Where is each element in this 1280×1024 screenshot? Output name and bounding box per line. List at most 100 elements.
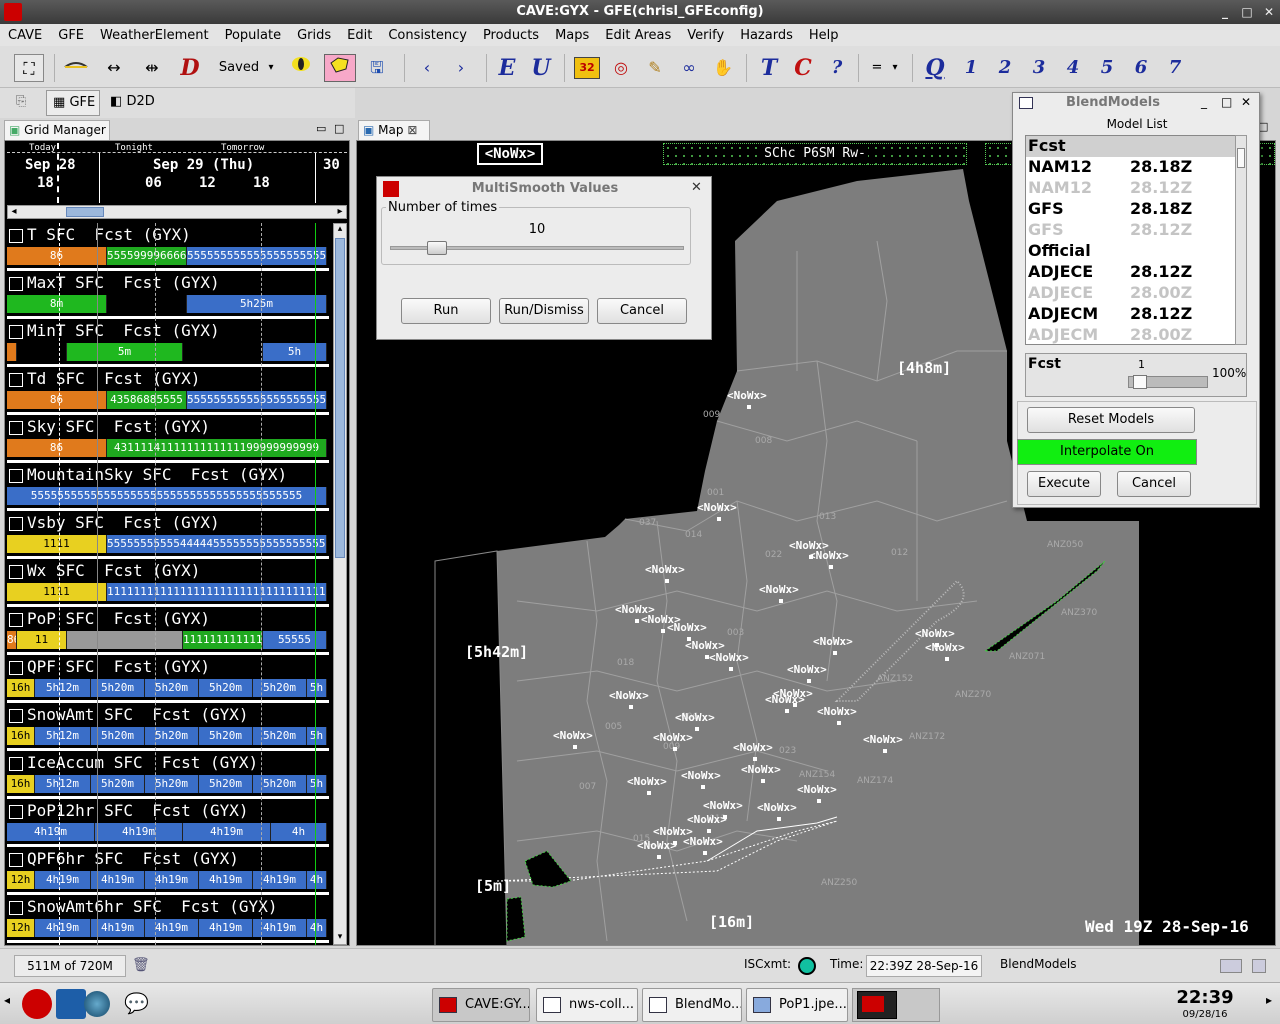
cancel-button[interactable]: Cancel [1117,471,1191,497]
grid-block[interactable]: 55555555555555555555555 [187,391,327,409]
grid-block[interactable]: 5h20m [199,775,253,793]
grid-row[interactable]: MountainSky SFC Fcst (GYX) 55555555555555… [7,463,329,511]
grid-timebar[interactable]: 1111 55555555555444445555555555555555555 [7,535,327,553]
maximize-view-icon[interactable]: □ [334,122,344,135]
grid-timebar[interactable]: 86 4311114111111111111199999999999 [7,439,327,457]
model-list-item[interactable]: ADJECE 28.00Z [1026,283,1246,304]
menu-populate[interactable]: Populate [217,28,290,43]
view-toggle-icon[interactable] [1220,959,1242,973]
calendar-32-icon[interactable]: 32 [574,54,600,82]
grid-block[interactable]: 5555555555555555555555555555555555555555… [7,487,327,505]
minimize-view-icon[interactable]: ▭ [316,122,326,135]
menu-hazards[interactable]: Hazards [732,28,801,43]
workspace-switcher[interactable] [852,988,940,1022]
model-list-item[interactable]: Fcst [1026,136,1246,157]
grid-timebar[interactable]: 16h 5h12m 5h20m 5h20m 5h20m 5h20m 5h [7,727,327,745]
grid-block[interactable]: 12h [7,871,35,889]
grid-block[interactable]: 5m [67,343,183,361]
sample-point-icon[interactable] [288,54,314,82]
model-list-item[interactable]: ADJECM 28.12Z [1026,304,1246,325]
hand-icon[interactable]: ✋ [710,54,736,82]
grid-timebar[interactable]: 16h 5h12m 5h20m 5h20m 5h20m 5h20m 5h [7,775,327,793]
minimize-icon[interactable]: _ [1201,95,1207,109]
grid-row[interactable]: QPF6hr SFC Fcst (GYX) 12h 4h19m 4h19m 4h19m 4… [7,847,329,895]
grid-row[interactable]: MaxT SFC Fcst (GYX) 8m 5h25m [7,271,329,319]
minimize-icon[interactable]: _ [1214,0,1236,24]
close-tab-icon[interactable]: ⊠ [407,123,417,137]
grid-visibility-checkbox[interactable] [9,372,23,387]
grid-block[interactable]: 11 [17,631,67,649]
menu-products[interactable]: Products [475,28,547,43]
grid-row[interactable]: SnowAmt SFC Fcst (GYX) 16h 5h12m 5h20m 5h20m… [7,703,329,751]
grid-row[interactable]: Td SFC Fcst (GYX) 86 43586885555 5555555555… [7,367,329,415]
grid-timebar[interactable]: 16h 5h12m 5h20m 5h20m 5h20m 5h20m 5h [7,679,327,697]
d2d-perspective-button[interactable]: ◧ D2D [106,90,160,116]
grid-block[interactable]: 4h19m [7,823,95,841]
help-question-button[interactable]: ? [824,54,850,82]
chevron-down-icon[interactable]: ▾ [264,54,278,82]
grid-block[interactable]: 5h20m [91,679,145,697]
grid-timebar[interactable]: 86 43586885555 55555555555555555555555 [7,391,327,409]
grid-block[interactable]: 5h20m [91,727,145,745]
grid-block[interactable]: 5h20m [199,679,253,697]
procedure-4-button[interactable]: 4 [1060,54,1086,82]
grid-block[interactable]: 11111111111111111111111111111111111 [107,583,327,601]
run-dismiss-button[interactable]: Run/Dismiss [499,298,589,324]
grid-block[interactable]: 4h19m [199,871,253,889]
procedure-7-button[interactable]: 7 [1162,54,1188,82]
grid-block[interactable]: 5h25m [187,295,327,313]
previous-icon[interactable]: ‹ [414,54,440,82]
grid-block[interactable]: 4h19m [253,871,307,889]
grid-block[interactable]: 5h [263,343,327,361]
hscroll-thumb[interactable] [66,207,104,217]
grid-visibility-checkbox[interactable] [9,468,23,483]
grid-block[interactable]: 5h20m [91,775,145,793]
grid-block[interactable]: 5h20m [145,679,199,697]
slider-thumb[interactable] [426,241,447,255]
layout-icon[interactable] [1252,959,1266,973]
menu-edit-areas[interactable]: Edit Areas [597,28,679,43]
grid-row[interactable]: SnowAmt6hr SFC Fcst (GYX) 12h 4h19m 4h19m 4h… [7,895,329,943]
zoom-extent-icon[interactable]: ⛶ [14,54,44,82]
grid-block[interactable]: 4h19m [35,919,91,937]
next-icon[interactable]: › [448,54,474,82]
grid-timebar[interactable]: 12h 4h19m 4h19m 4h19m 4h19m 4h19m 4h [7,919,327,937]
grid-block[interactable]: 4h19m [183,823,271,841]
procedure-5-button[interactable]: 5 [1094,54,1120,82]
trash-icon[interactable]: 🗑 [132,957,150,973]
model-list-item[interactable]: ADJECM 28.00Z [1026,325,1246,344]
scroll-right-icon[interactable]: ▸ [334,206,346,218]
grid-visibility-checkbox[interactable] [9,804,23,819]
open-perspective-icon[interactable]: ⎘ [16,94,36,112]
grid-block[interactable]: 5h12m [35,775,91,793]
procedure-t-button[interactable]: T [756,54,782,82]
grid-block[interactable]: 55555 [263,631,327,649]
model-list-item[interactable]: NAM12 28.18Z [1026,157,1246,178]
grid-block[interactable]: 86 [7,391,107,409]
globe-icon[interactable] [84,991,110,1017]
chat-icon[interactable]: 💬 [124,991,154,1017]
grid-block[interactable]: 4h19m [95,823,183,841]
grid-block[interactable]: 4h [271,823,327,841]
grid-row[interactable]: PoP SFC Fcst (GYX)8611111111111111111111… [7,607,329,655]
grid-block[interactable]: 16h [7,727,35,745]
grid-block[interactable]: 4h19m [91,871,145,889]
adjust-icon[interactable]: ⇹ [138,54,166,82]
grid-visibility-checkbox[interactable] [9,276,23,291]
interpolate-toggle[interactable]: Interpolate On [1017,439,1197,465]
menu-help[interactable]: Help [801,28,847,43]
grid-row[interactable]: Wx SFC Fcst (GYX) 1111 1111111111111111111… [7,559,329,607]
grid-block[interactable]: 86 [7,631,17,649]
chevron-down-icon[interactable]: ▾ [888,54,902,82]
menu-verify[interactable]: Verify [679,28,732,43]
maximize-icon[interactable]: □ [1236,0,1258,24]
isc-status-icon[interactable] [798,957,816,975]
workspace-1-thumbnail[interactable] [857,991,897,1019]
task-nws-coll[interactable]: nws-coll... [536,988,638,1022]
grid-block[interactable]: 4h [307,871,327,889]
grid-timebar[interactable]: 5555555555555555555555555555555555555555… [7,487,327,505]
grid-block[interactable]: 55555555555444445555555555555555555 [107,535,327,553]
procedure-c-button[interactable]: C [790,54,816,82]
grid-block[interactable]: 5h20m [253,727,307,745]
grid-timebar[interactable]: 12h 4h19m 4h19m 4h19m 4h19m 4h19m 4h [7,871,327,889]
